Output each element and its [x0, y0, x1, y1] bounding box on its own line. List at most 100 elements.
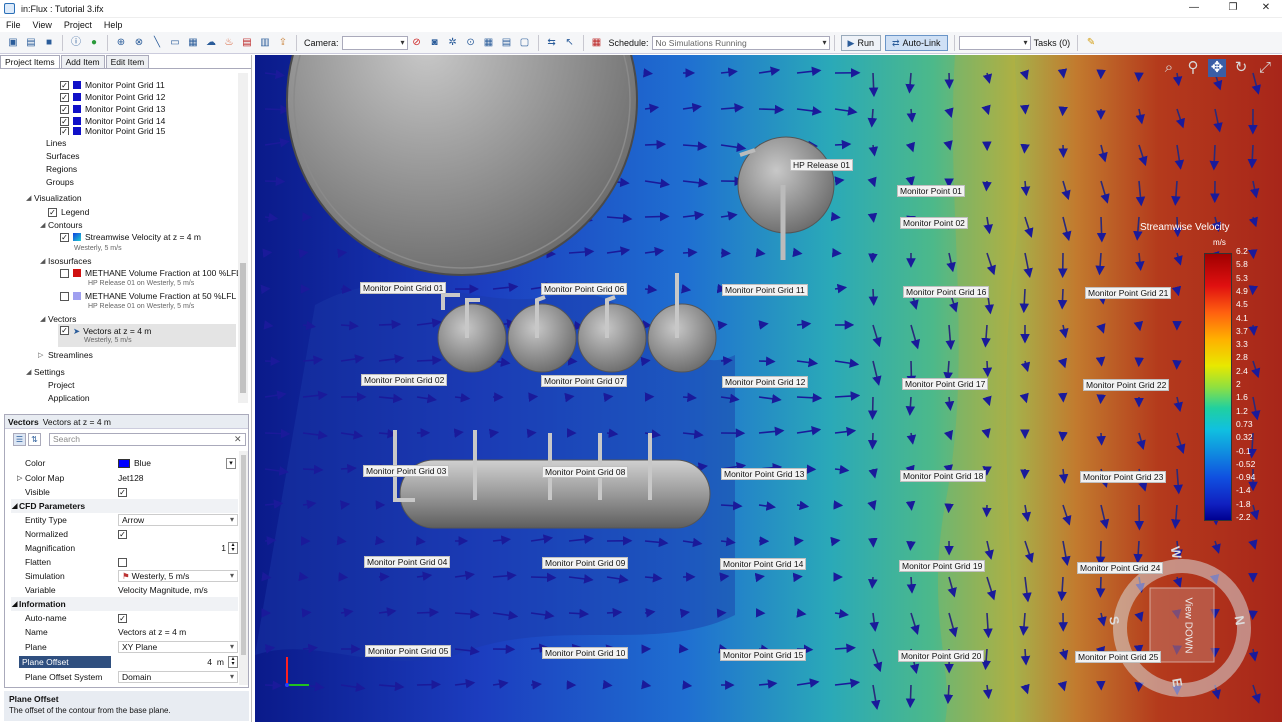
- label-monitor-grid[interactable]: Monitor Point Grid 05: [365, 645, 452, 657]
- schedule-select[interactable]: No Simulations Running: [651, 35, 830, 50]
- plane-offset-system-select[interactable]: Domain: [118, 671, 238, 683]
- properties-search-input[interactable]: Search: [49, 433, 246, 446]
- checkbox[interactable]: ✓: [60, 104, 69, 114]
- expand-icon[interactable]: ▷: [38, 351, 43, 359]
- tree-settings[interactable]: Settings: [34, 366, 65, 378]
- open-icon[interactable]: ▤: [24, 36, 38, 50]
- tree-contours[interactable]: Contours: [48, 219, 83, 231]
- prop-plane-offset[interactable]: Plane Offset 4 m ▴ ▾: [11, 655, 238, 669]
- label-monitor-grid[interactable]: Monitor Point Grid 02: [361, 374, 448, 386]
- label-monitor-grid[interactable]: Monitor Point Grid 11: [722, 284, 808, 296]
- prop-visible[interactable]: Visible ✓: [11, 485, 238, 499]
- label-monitor-grid[interactable]: Monitor Point Grid 10: [542, 647, 629, 659]
- label-monitor-grid[interactable]: Monitor Point Grid 03: [363, 465, 450, 477]
- tree-iso-item-2[interactable]: METHANE Volume Fraction at 50 %LFL: [60, 290, 236, 302]
- rotate-icon[interactable]: ↻: [1232, 59, 1250, 77]
- label-monitor-grid[interactable]: Monitor Point Grid 06: [541, 283, 628, 295]
- expand-icon[interactable]: ◢: [40, 315, 45, 323]
- expand-icon[interactable]: ◢: [26, 194, 31, 202]
- prop-name[interactable]: Name Vectors at z = 4 m: [11, 625, 238, 639]
- tree-project[interactable]: Project: [48, 379, 74, 391]
- info-icon[interactable]: ⓘ: [69, 36, 83, 50]
- label-monitor-grid[interactable]: Monitor Point Grid 08: [542, 466, 629, 478]
- tree-groups[interactable]: Groups: [46, 176, 74, 188]
- checkbox[interactable]: [60, 268, 69, 278]
- tree-item-grid-14[interactable]: ✓ Monitor Point Grid 14: [60, 115, 165, 127]
- prop-variable[interactable]: Variable Velocity Magnitude, m/s: [11, 583, 238, 597]
- tab-edit-item[interactable]: Edit Item: [105, 55, 150, 68]
- label-monitor-grid[interactable]: Monitor Point Grid 18: [900, 470, 987, 482]
- plane-select[interactable]: XY Plane: [118, 641, 238, 653]
- label-monitor-grid[interactable]: Monitor Point Grid 19: [899, 560, 986, 572]
- target-icon[interactable]: ⊙: [464, 36, 478, 50]
- zoom-region-icon[interactable]: ⌕: [1160, 59, 1178, 77]
- checkbox[interactable]: ✓: [60, 127, 69, 135]
- tree-lines[interactable]: Lines: [46, 137, 66, 149]
- checkbox[interactable]: ✓: [60, 326, 69, 335]
- name-input[interactable]: Vectors at z = 4 m: [118, 627, 238, 637]
- prop-color[interactable]: Color Blue ▾: [11, 456, 238, 470]
- surface-icon[interactable]: ▭: [168, 36, 182, 50]
- expand-icon[interactable]: ▷: [17, 474, 22, 482]
- expand-icon[interactable]: ◢: [40, 221, 45, 229]
- grid-icon[interactable]: ▦: [482, 36, 496, 50]
- label-monitor-grid[interactable]: Monitor Point Grid 12: [722, 376, 809, 388]
- line-icon[interactable]: ╲: [150, 36, 164, 50]
- prop-auto-name[interactable]: Auto-name ✓: [11, 611, 238, 625]
- tree-application[interactable]: Application: [48, 392, 90, 404]
- checkbox[interactable]: ✓: [60, 80, 69, 90]
- tree-item-grid-15[interactable]: ✓ Monitor Point Grid 15: [60, 127, 165, 135]
- magnification-input[interactable]: 1: [221, 543, 226, 553]
- label-monitor-grid[interactable]: Monitor Point Grid 22: [1083, 379, 1170, 391]
- run-button[interactable]: ▶ Run: [840, 34, 881, 51]
- fit-view-icon[interactable]: ⤢: [1256, 59, 1274, 77]
- entity-type-select[interactable]: Arrow: [118, 514, 238, 526]
- checkbox[interactable]: ✓: [60, 116, 69, 126]
- label-monitor-grid[interactable]: Monitor Point Grid 21: [1085, 287, 1172, 299]
- prop-plane-offset-system[interactable]: Plane Offset System Domain: [11, 670, 238, 684]
- clear-search-icon[interactable]: ✕: [234, 434, 242, 445]
- tree-visualization[interactable]: Visualization: [34, 192, 82, 204]
- save-icon[interactable]: ■: [42, 36, 56, 50]
- checkbox[interactable]: ✓: [118, 529, 127, 539]
- expand-icon[interactable]: ◢: [26, 368, 31, 376]
- tree-item-grid-12[interactable]: ✓ Monitor Point Grid 12: [60, 91, 165, 103]
- menu-view[interactable]: View: [27, 20, 58, 30]
- checkbox[interactable]: ✓: [60, 232, 69, 242]
- menu-file[interactable]: File: [0, 20, 27, 30]
- label-hp-release[interactable]: HP Release 01: [790, 159, 854, 171]
- category-information[interactable]: ◢ Information: [11, 597, 238, 611]
- prop-magnification[interactable]: Magnification 1 ▴ ▾: [11, 541, 238, 555]
- pan-icon[interactable]: ✥: [1208, 59, 1226, 77]
- label-monitor-grid[interactable]: Monitor Point Grid 20: [898, 650, 985, 662]
- add-icon[interactable]: ●: [87, 36, 101, 50]
- tree-streamlines[interactable]: Streamlines: [48, 349, 93, 361]
- close-button[interactable]: ✕: [1252, 2, 1280, 16]
- view-cube-label[interactable]: View DOWN: [1182, 598, 1193, 654]
- label-monitor-grid[interactable]: Monitor Point Grid 07: [541, 375, 628, 387]
- camera-select[interactable]: [341, 35, 408, 50]
- label-monitor-point[interactable]: Monitor Point 01: [897, 185, 965, 197]
- minimize-button[interactable]: —: [1180, 2, 1208, 16]
- prop-plane[interactable]: Plane XY Plane: [11, 640, 238, 654]
- zoom-icon[interactable]: ⚲: [1184, 59, 1202, 77]
- checkbox[interactable]: ✓: [60, 92, 69, 102]
- auto-link-button[interactable]: ⇄ Auto-Link: [884, 34, 948, 51]
- checkbox[interactable]: [118, 557, 127, 567]
- calendar-icon[interactable]: ▦: [590, 36, 604, 50]
- checkbox[interactable]: ✓: [48, 207, 57, 217]
- tree-iso-item-1[interactable]: METHANE Volume Fraction at 100 %LFL: [60, 267, 241, 279]
- prop-normalized[interactable]: Normalized ✓: [11, 527, 238, 541]
- label-monitor-grid[interactable]: Monitor Point Grid 13: [721, 468, 808, 480]
- properties-scrollbar[interactable]: [239, 451, 248, 685]
- new-project-icon[interactable]: ▣: [6, 36, 20, 50]
- tab-add-item[interactable]: Add Item: [60, 55, 105, 68]
- 3d-viewport[interactable]: ⌕ ⚲ ✥ ↻ ⤢ HP Release 01 Monitor Point 01…: [255, 55, 1282, 722]
- label-monitor-grid[interactable]: Monitor Point Grid 17: [902, 378, 989, 390]
- move-icon[interactable]: ⇆: [545, 36, 559, 50]
- tree-item-grid-13[interactable]: ✓ Monitor Point Grid 13: [60, 103, 165, 115]
- label-monitor-grid[interactable]: Monitor Point Grid 25: [1075, 651, 1162, 663]
- delete-camera-icon[interactable]: ⊘: [410, 36, 424, 50]
- checkbox[interactable]: ✓: [118, 487, 127, 497]
- plane-offset-input[interactable]: 4: [207, 657, 212, 667]
